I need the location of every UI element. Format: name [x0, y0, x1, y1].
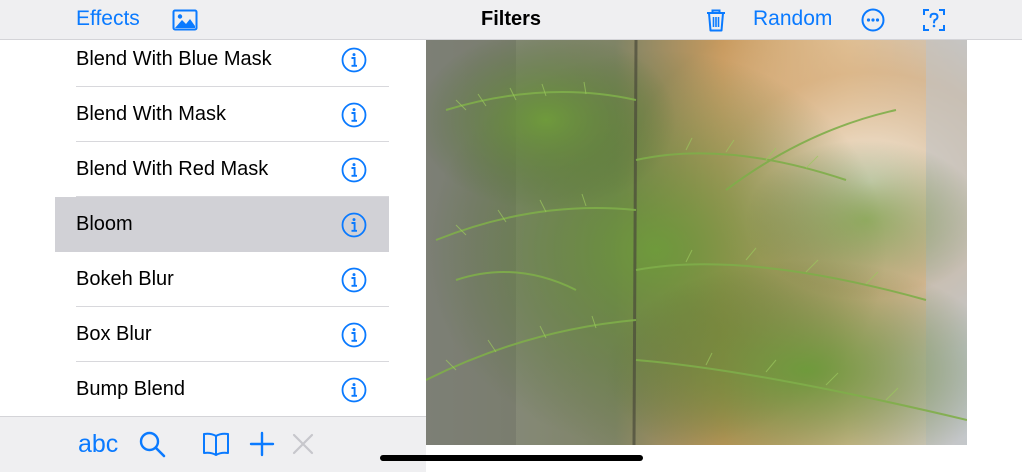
list-item-label: Blend With Blue Mask	[76, 48, 272, 70]
list-item[interactable]: Bokeh Blur	[55, 252, 389, 307]
list-item[interactable]: Box Blur	[55, 307, 389, 362]
app-window: Effects Filters Random Blend With Blue M…	[0, 0, 1022, 472]
list-item-label: Blend With Red Mask	[76, 158, 269, 180]
search-icon[interactable]	[137, 429, 167, 459]
info-icon[interactable]	[341, 102, 367, 128]
info-icon[interactable]	[341, 267, 367, 293]
random-button[interactable]: Random	[753, 0, 832, 39]
list-item-label: Blend With Mask	[76, 103, 227, 125]
trash-icon[interactable]	[703, 7, 729, 33]
list-item[interactable]: Bloom	[55, 197, 389, 252]
list-item-label: Bloom	[76, 213, 133, 235]
help-icon[interactable]	[921, 7, 947, 33]
page-title-text: Filters	[480, 8, 542, 30]
list-item[interactable]: Blend With Blue Mask	[55, 40, 389, 87]
photo-icon[interactable]	[172, 7, 198, 33]
filter-list: Blend With Blue Mask Blend With Mask Blend…	[55, 40, 389, 416]
info-icon[interactable]	[341, 47, 367, 73]
more-icon[interactable]	[860, 7, 886, 33]
navigation-bar: Effects Filters Random	[0, 0, 1022, 40]
image-preview	[426, 40, 967, 445]
add-icon[interactable]	[247, 429, 277, 459]
close-icon[interactable]	[288, 429, 318, 459]
info-icon[interactable]	[341, 212, 367, 238]
list-item[interactable]: Blend With Red Mask	[55, 142, 389, 197]
list-item[interactable]: Blend With Mask	[55, 87, 389, 142]
info-icon[interactable]	[341, 322, 367, 348]
info-icon[interactable]	[341, 377, 367, 403]
home-indicator	[380, 455, 643, 461]
list-item-label: Box Blur	[76, 323, 152, 345]
list-item[interactable]: Bump Blend	[55, 362, 389, 416]
bottom-toolbar: abc	[0, 416, 426, 472]
effects-button[interactable]: Effects	[76, 0, 140, 39]
abc-button[interactable]: abc	[78, 429, 118, 459]
list-item-label: Bump Blend	[76, 378, 185, 400]
book-icon[interactable]	[201, 429, 231, 459]
list-item-label: Bokeh Blur	[76, 268, 174, 290]
info-icon[interactable]	[341, 157, 367, 183]
